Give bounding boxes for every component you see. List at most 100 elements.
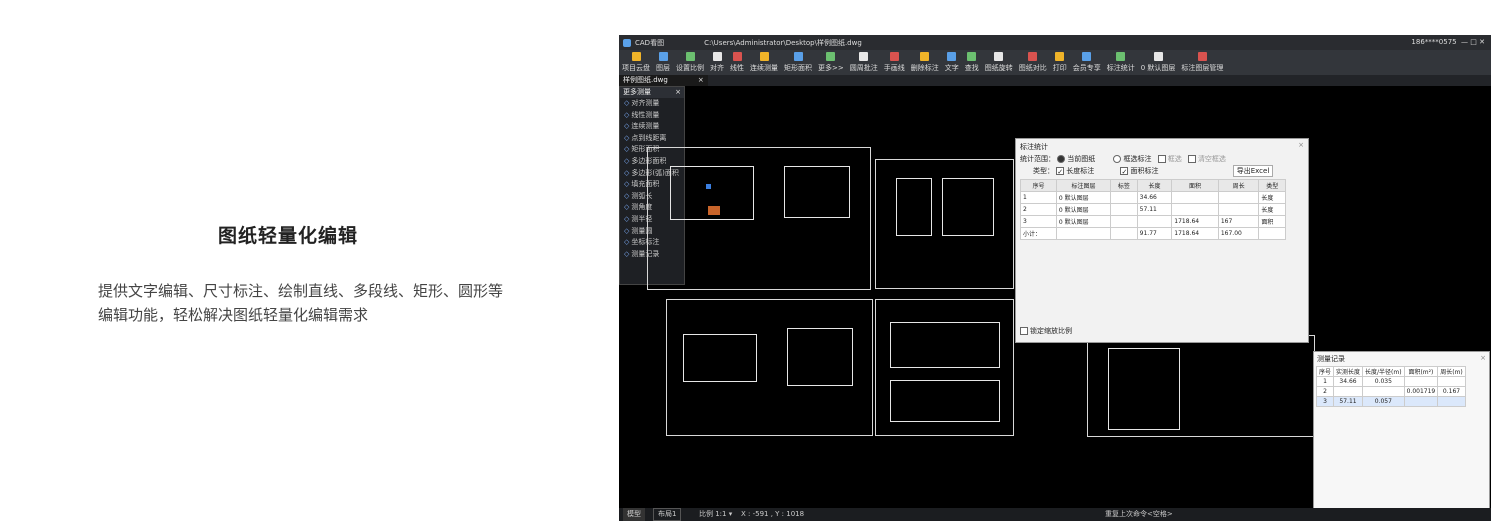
ribbon-button[interactable]: 项目云盘 bbox=[622, 50, 650, 75]
tab-layout[interactable]: 布局1 bbox=[653, 508, 682, 521]
floor-plan bbox=[890, 322, 1000, 368]
table-cell: 1 bbox=[1020, 191, 1057, 204]
measure-record-panel: 测量记录 × 序号 实测长度 长度/半径(m) 面积(m²) 周长(m) 1 34.66 0… bbox=[1313, 351, 1490, 517]
ribbon-button[interactable]: 标注图层管理 bbox=[1181, 50, 1223, 75]
window-controls[interactable]: 186****0575 — □ ✕ bbox=[1407, 38, 1485, 46]
column-header[interactable]: 序号 bbox=[1315, 366, 1335, 377]
ribbon-button[interactable]: 设置比例 bbox=[676, 50, 704, 75]
ribbon-button[interactable]: 查找 bbox=[965, 50, 979, 75]
table-cell: 2 bbox=[1020, 203, 1057, 216]
panel-item[interactable]: ◇ 对齐测量 bbox=[620, 98, 684, 110]
close-icon[interactable]: × bbox=[1480, 354, 1486, 362]
scale-selector[interactable]: 比例 1:1 ▾ bbox=[699, 508, 732, 521]
ribbon-button[interactable]: 会员专享 bbox=[1073, 50, 1101, 75]
ribbon-button[interactable]: 连续测量 bbox=[750, 50, 778, 75]
tool-icon bbox=[994, 52, 1004, 61]
column-header[interactable]: 周长(m) bbox=[1437, 366, 1466, 377]
status-bar: 模型 布局1 比例 1:1 ▾ X : -591 , Y : 1018 重复上次… bbox=[619, 508, 1491, 521]
table-cell bbox=[1171, 191, 1219, 204]
table-cell bbox=[1403, 376, 1439, 387]
ribbon-label: 矩形面积 bbox=[784, 64, 812, 72]
dialog-title: 标注统计 bbox=[1020, 143, 1048, 151]
column-header[interactable]: 实测长度 bbox=[1333, 366, 1364, 377]
floor-plan bbox=[784, 166, 850, 218]
table-row[interactable]: 小计： 91.77 1718.64 167.00 bbox=[1020, 227, 1286, 240]
table-row[interactable]: 30 默认图层 1718.64 167 面积 bbox=[1020, 215, 1286, 228]
column-header[interactable]: 长度 bbox=[1136, 179, 1173, 192]
column-header[interactable]: 面积(m²) bbox=[1403, 366, 1439, 377]
export-excel-button[interactable]: 导出Excel bbox=[1233, 165, 1273, 177]
ribbon-label: 会员专享 bbox=[1072, 64, 1101, 72]
table-cell: 57.11 bbox=[1333, 396, 1364, 407]
column-header[interactable]: 标注图层 bbox=[1055, 179, 1112, 192]
table-row[interactable]: 3 57.11 0.057 bbox=[1315, 396, 1466, 407]
column-header[interactable]: 标签 bbox=[1110, 179, 1138, 192]
column-header[interactable]: 周长 bbox=[1217, 179, 1260, 192]
panel-item-label: 线性测量 bbox=[631, 110, 660, 119]
measure-table: 序号 实测长度 长度/半径(m) 面积(m²) 周长(m) 1 34.66 0.035 2 0.… bbox=[1315, 366, 1466, 407]
checkbox-area[interactable]: ✓ bbox=[1120, 167, 1129, 176]
table-cell: 167 bbox=[1217, 215, 1260, 228]
panel-item[interactable]: ◇ 线性测量 bbox=[620, 110, 684, 122]
measure-tool-icon: ◇ bbox=[624, 249, 630, 258]
table-cell bbox=[1110, 227, 1138, 240]
tool-icon bbox=[1055, 52, 1065, 61]
measure-tool-icon: ◇ bbox=[624, 214, 630, 223]
measure-tool-icon: ◇ bbox=[624, 99, 630, 107]
table-row[interactable]: 2 0.001719 0.167 bbox=[1315, 386, 1466, 397]
radio-box[interactable] bbox=[1113, 155, 1122, 163]
ribbon-button[interactable]: 线性 bbox=[730, 50, 744, 75]
floor-plan bbox=[1108, 348, 1180, 430]
panel-item-label: 连续测量 bbox=[631, 122, 660, 131]
radio-current-label: 当前图纸 bbox=[1067, 155, 1096, 163]
ribbon-button[interactable]: 图层 bbox=[656, 50, 670, 75]
table-row[interactable]: 1 34.66 0.035 bbox=[1315, 376, 1466, 387]
table-cell bbox=[1403, 396, 1439, 407]
drawing-sheet[interactable] bbox=[875, 159, 1014, 289]
tool-icon bbox=[793, 52, 803, 61]
ribbon-button[interactable]: 更多>> bbox=[818, 50, 844, 75]
ribbon-button[interactable]: 删除标注 bbox=[911, 50, 939, 75]
drawing-sheet[interactable] bbox=[875, 299, 1014, 436]
close-icon[interactable]: × bbox=[675, 87, 681, 98]
doc-tab-label: 样例图纸.dwg bbox=[623, 76, 668, 84]
checkbox-clear[interactable] bbox=[1187, 155, 1196, 163]
table-cell: 34.66 bbox=[1136, 191, 1173, 204]
ribbon-button[interactable]: 文字 bbox=[945, 50, 959, 75]
table-cell: 0.057 bbox=[1362, 396, 1405, 407]
ribbon-button[interactable]: 矩形面积 bbox=[784, 50, 812, 75]
ribbon-button[interactable]: 手画线 bbox=[884, 50, 905, 75]
ribbon-button[interactable]: 图纸旋转 bbox=[985, 50, 1013, 75]
column-header[interactable]: 序号 bbox=[1020, 179, 1057, 192]
table-row[interactable]: 20 默认图层 57.11 长度 bbox=[1020, 203, 1286, 216]
ribbon-button[interactable]: 打印 bbox=[1053, 50, 1067, 75]
checkbox-lock[interactable] bbox=[1020, 327, 1028, 335]
ribbon-button[interactable]: 0 默认图层 bbox=[1141, 50, 1175, 75]
drawing-sheet[interactable] bbox=[666, 299, 873, 436]
checkbox-length[interactable]: ✓ bbox=[1056, 167, 1065, 176]
column-header[interactable]: 长度/半径(m) bbox=[1362, 366, 1405, 377]
panel-title-label: 更多测量 bbox=[623, 88, 651, 96]
table-row[interactable]: 10 默认图层 34.66 长度 bbox=[1020, 191, 1286, 204]
account-label[interactable]: 186****0575 bbox=[1411, 38, 1456, 46]
checkbox-box[interactable] bbox=[1157, 155, 1166, 163]
column-header[interactable]: 面积 bbox=[1171, 179, 1219, 192]
table-cell bbox=[1110, 215, 1138, 228]
ribbon-button[interactable]: 对齐 bbox=[710, 50, 724, 75]
ribbon-button[interactable]: 标注统计 bbox=[1107, 50, 1135, 75]
drawing-sheet[interactable] bbox=[647, 147, 871, 290]
panel-item[interactable]: ◇ 点到线距离 bbox=[620, 133, 684, 145]
column-header[interactable]: 类型 bbox=[1258, 179, 1286, 192]
measure-tool-icon: ◇ bbox=[624, 133, 630, 142]
drawing-sheet[interactable] bbox=[1087, 335, 1315, 437]
ribbon-button[interactable]: 圆周批注 bbox=[850, 50, 878, 75]
ribbon-button[interactable]: 图纸对比 bbox=[1019, 50, 1047, 75]
close-icon[interactable]: × bbox=[698, 76, 704, 84]
tab-model[interactable]: 模型 bbox=[623, 508, 645, 521]
radio-current[interactable] bbox=[1057, 155, 1066, 163]
table-cell: 0 默认图层 bbox=[1055, 215, 1112, 228]
close-icon[interactable]: × bbox=[1298, 141, 1304, 149]
panel-item[interactable]: ◇ 连续测量 bbox=[620, 121, 684, 133]
doc-tab[interactable]: 样例图纸.dwg × bbox=[619, 75, 708, 86]
table-cell bbox=[1110, 191, 1138, 204]
